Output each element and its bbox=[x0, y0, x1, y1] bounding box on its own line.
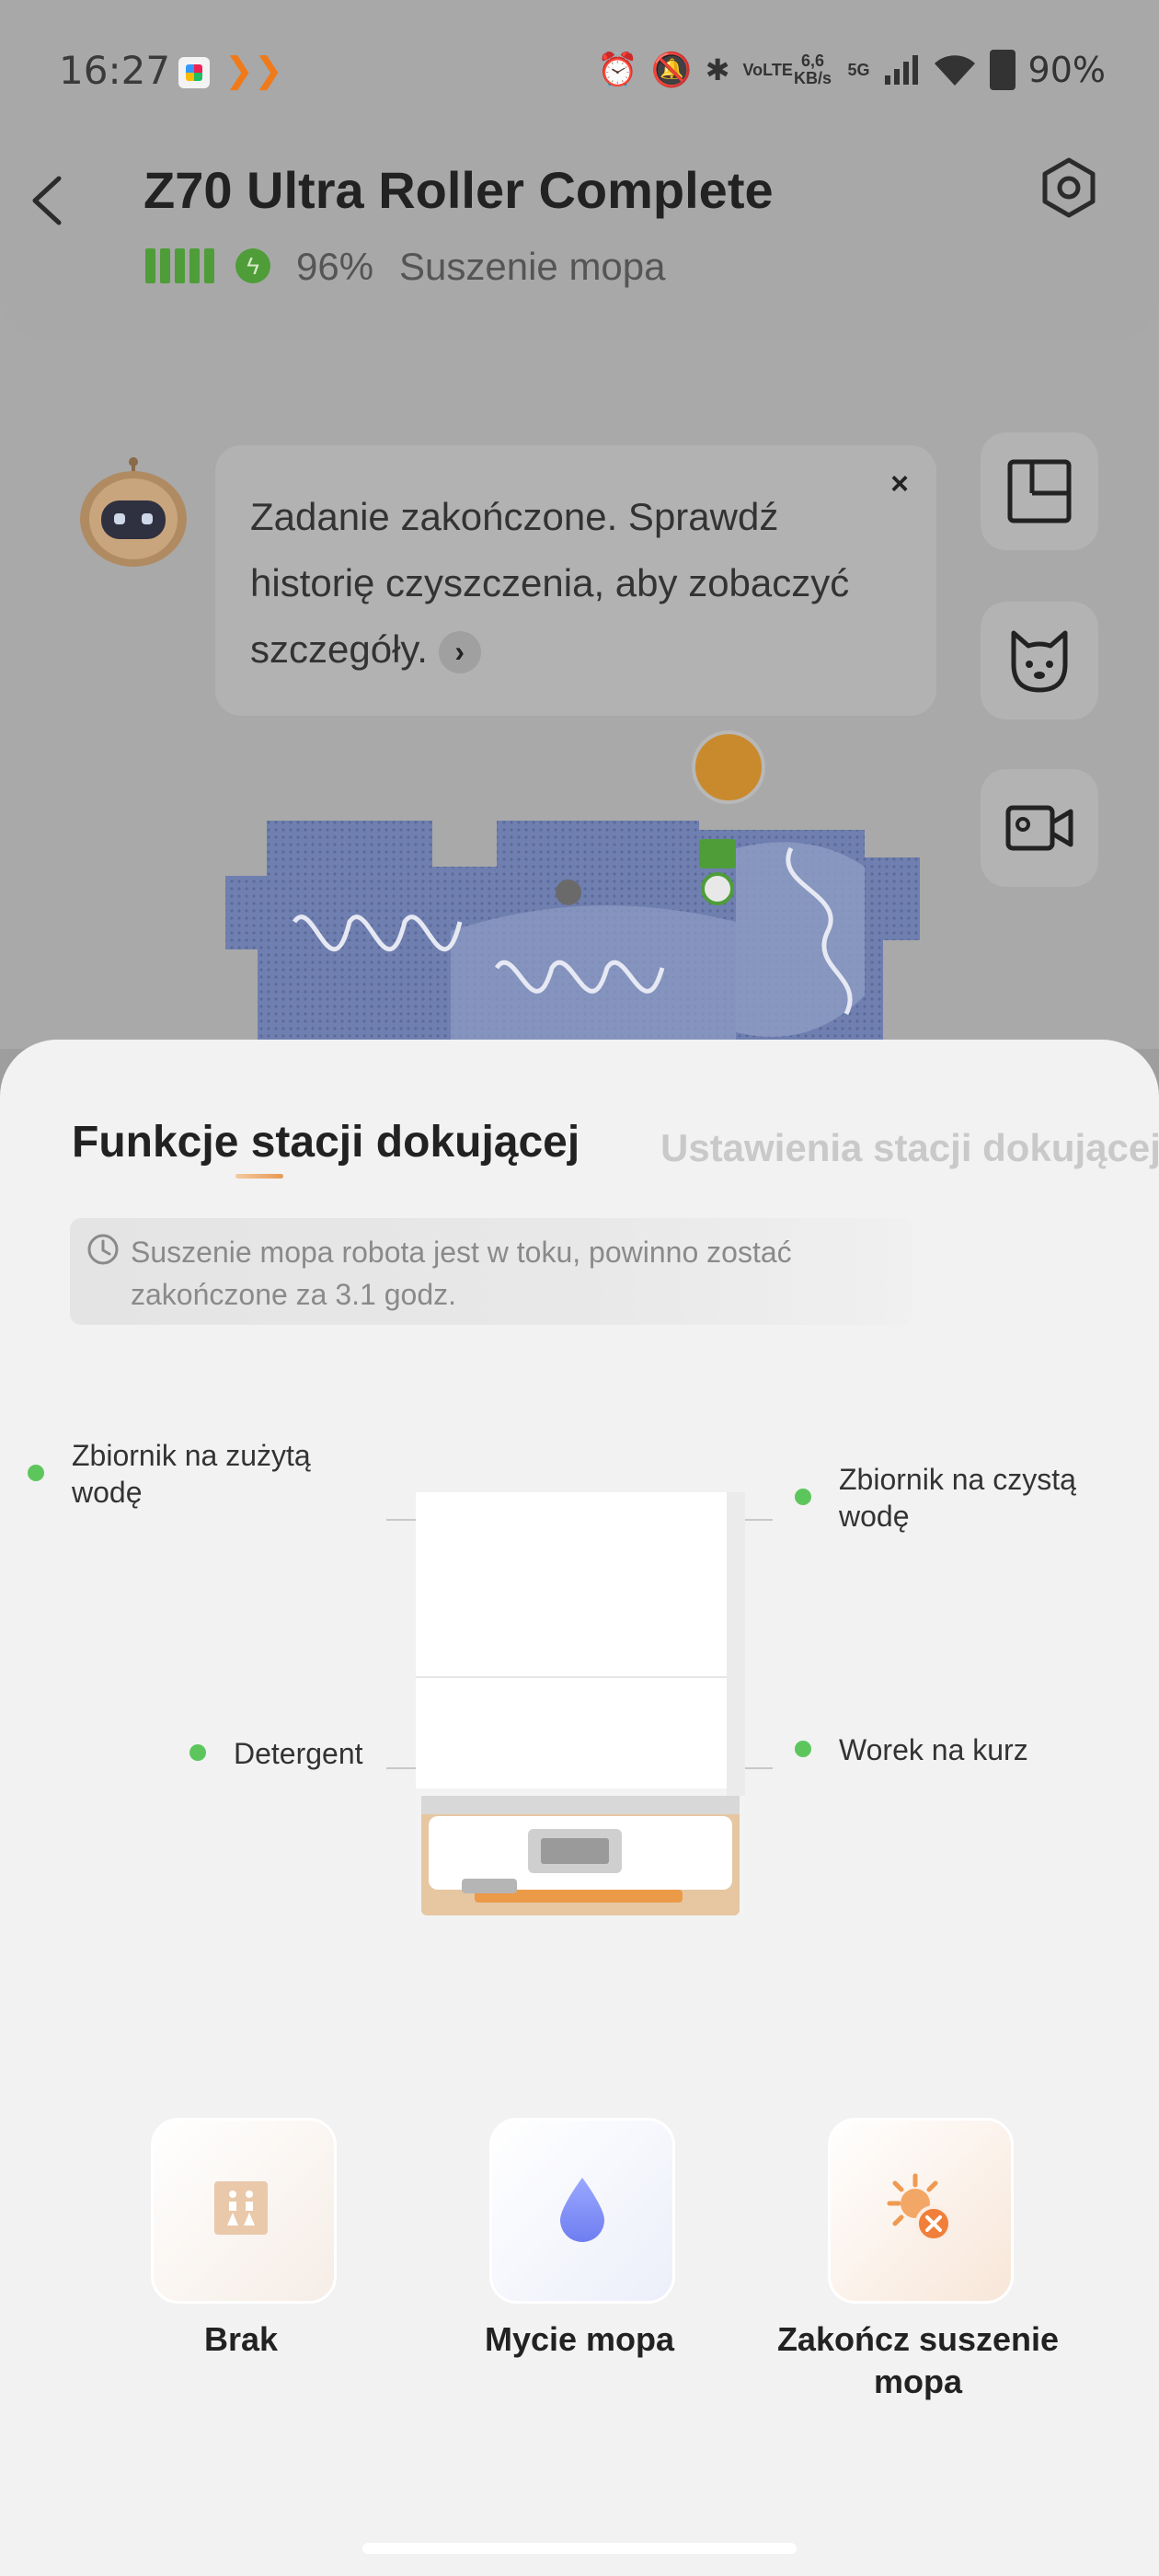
device-status: Suszenie mopa bbox=[399, 245, 666, 288]
status-time: 16:27 bbox=[59, 48, 171, 93]
home-indicator[interactable] bbox=[362, 2543, 797, 2554]
clock-icon bbox=[87, 1234, 119, 1265]
status-bar: 16:27 ❯❯ ⏰ 🔕 ✱ VoLTE 6,6 KB/s 5G 90% bbox=[0, 0, 1159, 138]
battery-icon bbox=[989, 50, 1016, 90]
stop-drying-icon bbox=[887, 2173, 952, 2242]
close-notification-button[interactable]: × bbox=[878, 462, 922, 506]
bluetooth-icon: ✱ bbox=[705, 53, 730, 86]
background-app: 16:27 ❯❯ ⏰ 🔕 ✱ VoLTE 6,6 KB/s 5G 90% Z70… bbox=[0, 0, 1159, 1051]
task-complete-notification[interactable]: Zadanie zakończone. Sprawdź historię czy… bbox=[215, 445, 936, 716]
pet-icon bbox=[1011, 630, 1068, 693]
camera-button[interactable] bbox=[981, 769, 1098, 887]
pet-mode-button[interactable] bbox=[981, 602, 1098, 719]
back-button[interactable] bbox=[26, 173, 68, 228]
stop-drying-button[interactable] bbox=[828, 2118, 1014, 2304]
device-title: Z70 Ultra Roller Complete bbox=[143, 161, 774, 219]
status-icons: ⏰ 🔕 ✱ VoLTE 6,6 KB/s 5G 90% bbox=[597, 50, 1106, 90]
notification-text: Zadanie zakończone. Sprawdź historię czy… bbox=[250, 484, 894, 683]
app-header: 16:27 ❯❯ ⏰ 🔕 ✱ VoLTE 6,6 KB/s 5G 90% Z70… bbox=[0, 0, 1159, 340]
water-drop-icon bbox=[560, 2178, 604, 2242]
cleaning-map[interactable] bbox=[221, 811, 957, 1051]
net-type: 5G bbox=[847, 60, 870, 79]
sheet-tabs: Funkcje stacji dokującej Ustawienia stac… bbox=[72, 1117, 1159, 1181]
battery-percent: 90% bbox=[1027, 50, 1106, 90]
net-speed: 6,6 KB/s bbox=[794, 52, 832, 87]
mute-icon: 🔕 bbox=[650, 51, 693, 88]
self-clean-icon bbox=[214, 2181, 268, 2235]
robot-assistant-avatar[interactable] bbox=[74, 454, 193, 574]
volte-icon: VoLTE bbox=[742, 60, 793, 79]
app-notification-icon bbox=[178, 57, 210, 88]
video-camera-icon bbox=[1005, 805, 1073, 851]
active-tab-indicator bbox=[235, 1174, 283, 1179]
mop-wash-label: Mycie mopa bbox=[484, 2320, 675, 2358]
drying-notice-text: Suszenie mopa robota jest w toku, powinn… bbox=[131, 1236, 792, 1311]
signal-icon bbox=[884, 55, 918, 85]
wifi-icon bbox=[934, 55, 975, 86]
device-battery: 96% bbox=[296, 245, 374, 288]
docking-station-illustration bbox=[416, 1492, 745, 1915]
stop-drying-label: Zakończ suszenie mopa bbox=[776, 2320, 1060, 2400]
drying-notice: Suszenie mopa robota jest w toku, powinn… bbox=[70, 1218, 912, 1325]
tab-station-settings[interactable]: Ustawienia stacji dokującej bbox=[660, 1126, 1159, 1170]
self-clean-label: Brak bbox=[203, 2320, 279, 2358]
app-notification-icon-2: ❯❯ bbox=[224, 52, 283, 90]
mop-wash-button[interactable] bbox=[489, 2118, 675, 2304]
room-layout-icon bbox=[1007, 459, 1072, 523]
tab-station-functions[interactable]: Funkcje stacji dokującej bbox=[72, 1117, 580, 1167]
alarm-icon: ⏰ bbox=[597, 51, 638, 88]
charging-icon: ϟ bbox=[235, 248, 270, 283]
settings-button[interactable] bbox=[1036, 155, 1102, 221]
chevron-right-icon[interactable]: › bbox=[438, 630, 481, 673]
robot-position-marker bbox=[692, 730, 765, 804]
room-edit-button[interactable] bbox=[981, 432, 1098, 550]
battery-bars-icon bbox=[145, 248, 214, 283]
self-clean-button[interactable] bbox=[151, 2118, 337, 2304]
